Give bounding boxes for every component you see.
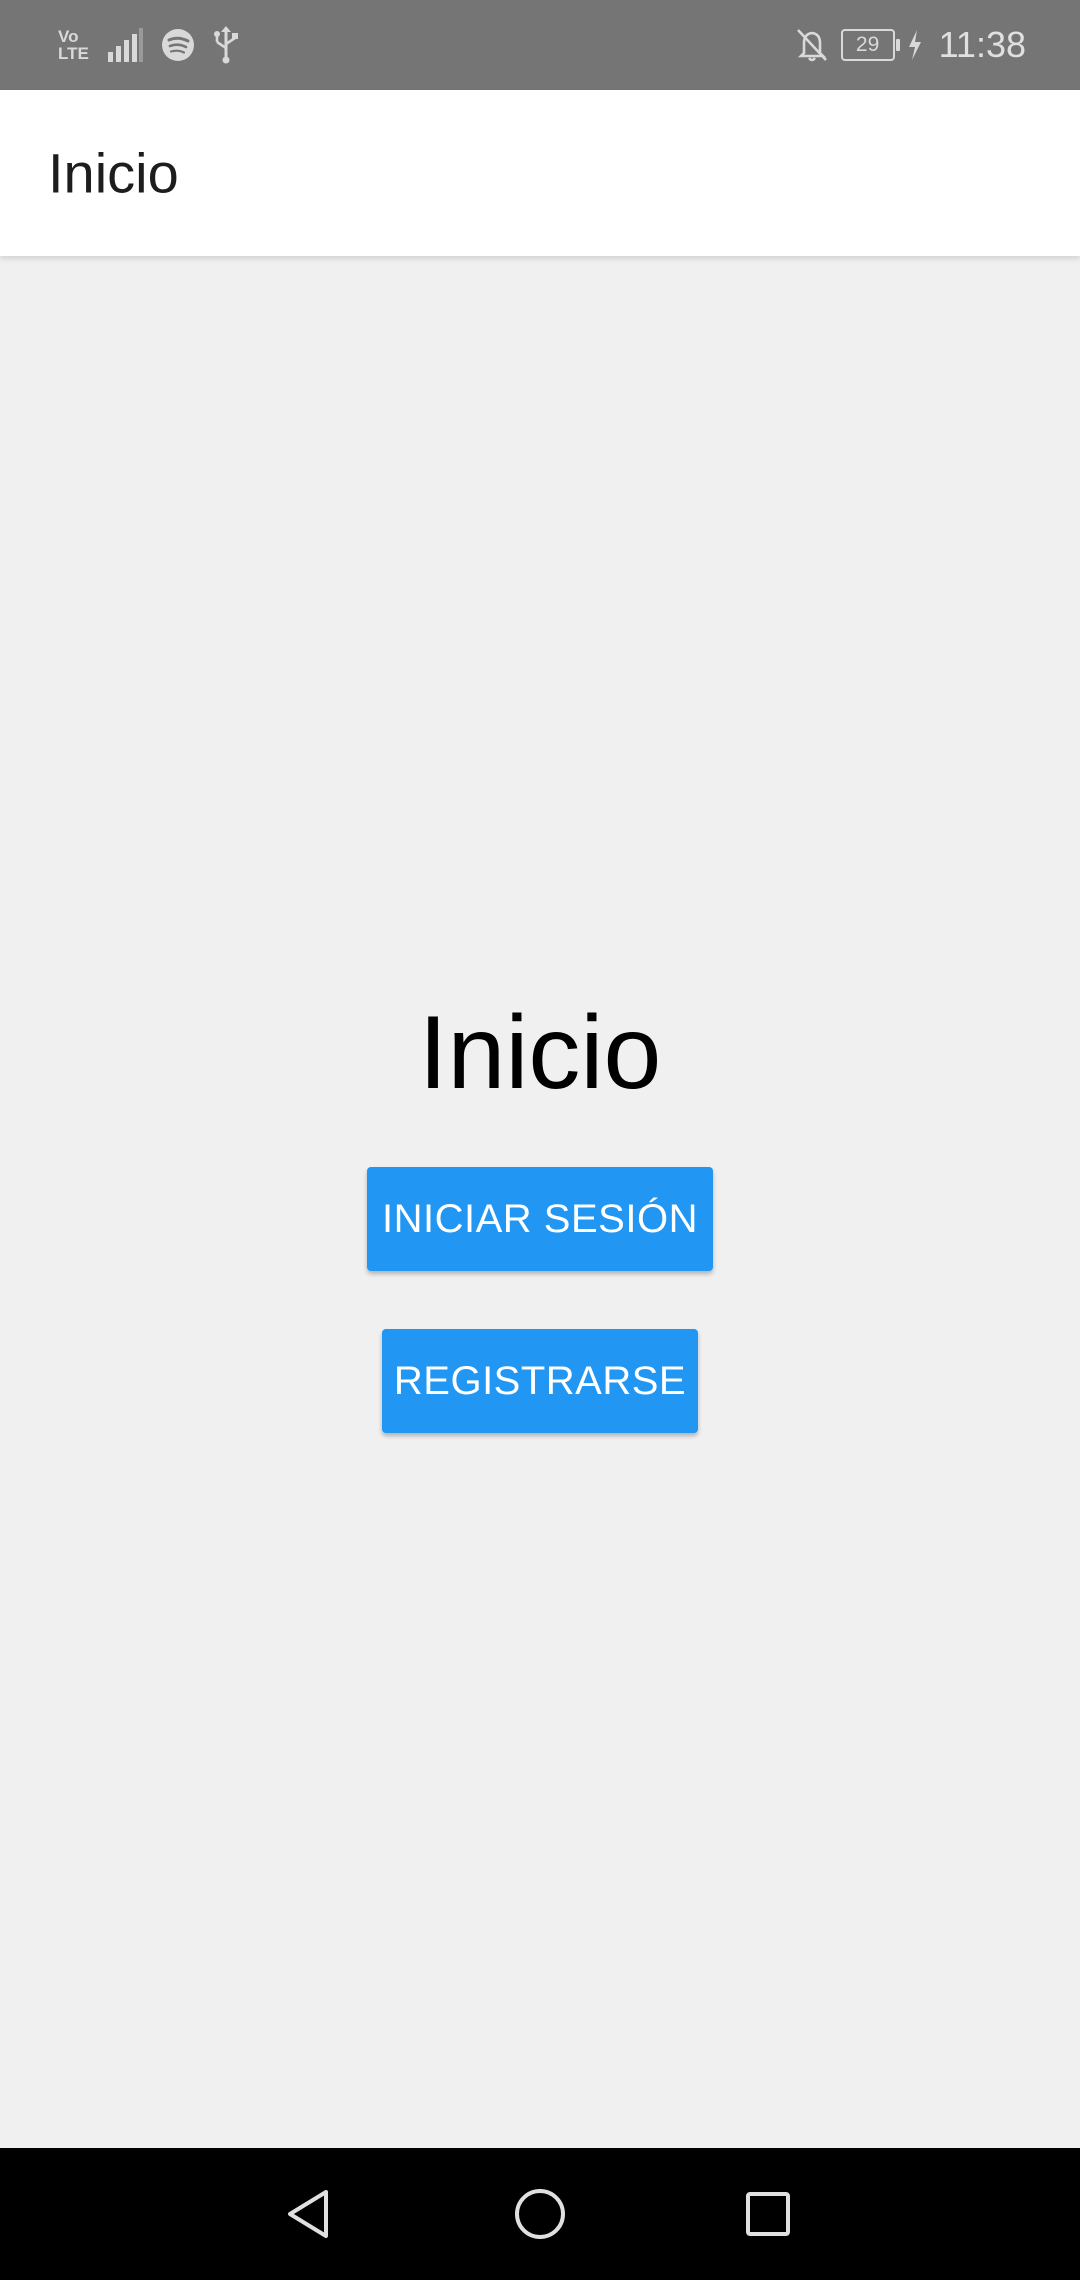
charging-icon [908,30,921,60]
screen: Vo LTE 29 11:38 Inicio Inicio INICIAR SE… [0,0,1080,2280]
login-button[interactable]: INICIAR SESIÓN [367,1167,713,1271]
status-right: 29 11:38 [795,20,1026,70]
battery-icon: 29 [840,29,900,61]
recents-icon[interactable] [738,2184,798,2244]
app-bar-title: Inicio [48,141,179,205]
back-icon[interactable] [278,2184,338,2244]
app-bar: Inicio [0,90,1080,256]
usb-icon [213,26,238,64]
volte-label-bottom: LTE [58,44,89,63]
navigation-bar [0,2148,1080,2280]
notifications-off-icon [796,29,827,62]
main-content: Inicio INICIAR SESIÓN REGISTRARSE [0,256,1080,2148]
signal-icon [107,28,143,62]
register-button[interactable]: REGISTRARSE [382,1329,698,1433]
volte-icon: Vo LTE [58,28,89,62]
status-clock: 11:38 [938,24,1026,65]
home-icon[interactable] [510,2184,570,2244]
volte-label-top: Vo [58,27,79,46]
battery-level: 29 [855,33,880,56]
spotify-icon [161,29,194,61]
status-left: Vo LTE [58,20,239,70]
status-bar: Vo LTE 29 11:38 [0,0,1080,90]
page-heading: Inicio [418,995,662,1111]
